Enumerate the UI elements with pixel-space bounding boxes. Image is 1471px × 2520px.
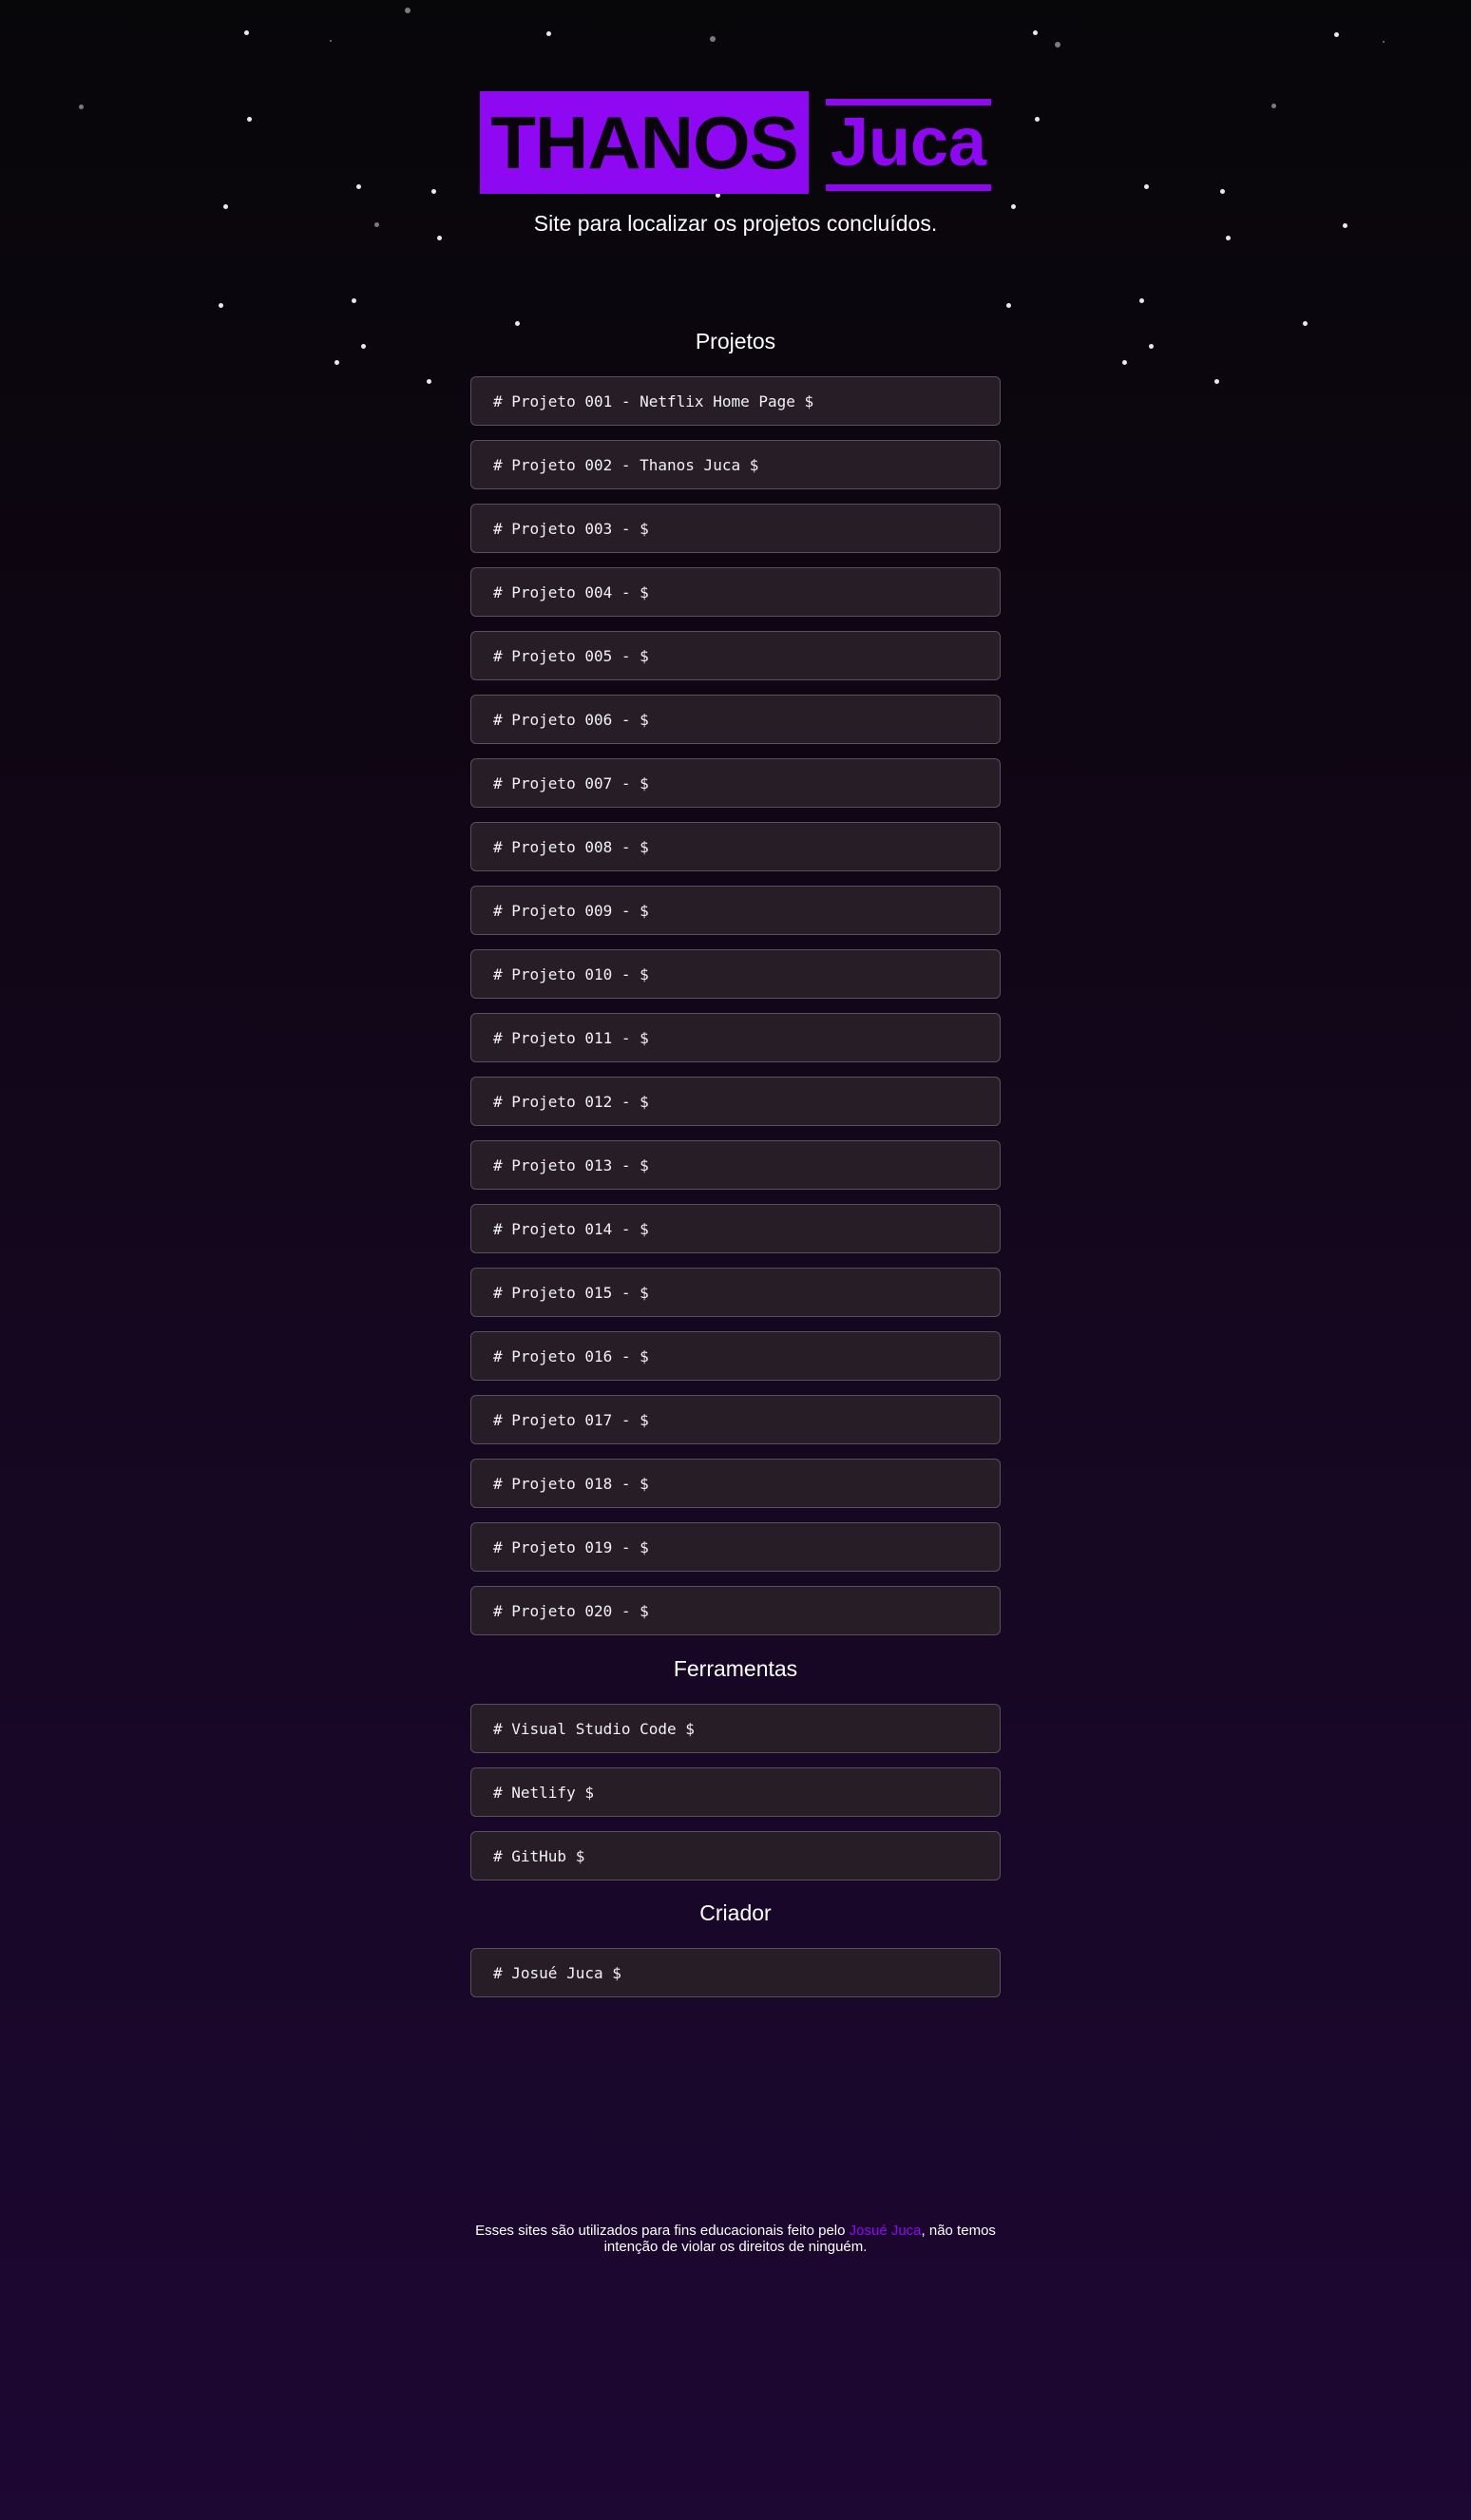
project-item[interactable]: # Projeto 005 - $ xyxy=(470,631,1001,680)
logo-primary-text: THANOS xyxy=(490,101,798,184)
page-subtitle: Site para localizar os projetos concluíd… xyxy=(533,211,938,236)
project-item[interactable]: # Projeto 003 - $ xyxy=(470,504,1001,553)
star-dot xyxy=(1219,188,1225,194)
projects-list: # Projeto 001 - Netflix Home Page $ # Pro… xyxy=(470,376,1001,1650)
project-item[interactable]: # Projeto 009 - $ xyxy=(470,886,1001,935)
tools-section-title: Ferramentas xyxy=(673,1656,798,1681)
project-item[interactable]: # Projeto 020 - $ xyxy=(470,1586,1001,1635)
project-item[interactable]: # Projeto 018 - $ xyxy=(470,1459,1001,1508)
project-item[interactable]: # Projeto 014 - $ xyxy=(470,1204,1001,1253)
footer-text-end: , não temos xyxy=(921,2223,996,2239)
project-item[interactable]: # Projeto 010 - $ xyxy=(470,949,1001,999)
footer-disclaimer: Esses sites são utilizados para fins edu… xyxy=(0,2223,1471,2255)
star-dot xyxy=(1032,29,1038,35)
star-dot xyxy=(426,378,431,384)
project-item[interactable]: # Projeto 004 - $ xyxy=(470,567,1001,617)
footer-text-start: Esses sites são utilizados para fins edu… xyxy=(475,2223,850,2239)
star-dot xyxy=(710,36,716,42)
star-dot xyxy=(218,302,223,308)
tools-list: # Visual Studio Code $ # Netlify $ # GitHu… xyxy=(470,1704,1001,1895)
creator-section-title: Criador xyxy=(699,1900,772,1925)
star-dot xyxy=(545,30,551,36)
footer-text-line2: intenção de violar os direitos de ningué… xyxy=(603,2239,868,2255)
project-item[interactable]: # Projeto 012 - $ xyxy=(470,1077,1001,1126)
star-dot xyxy=(334,359,339,365)
star-dot xyxy=(355,183,361,189)
star-dot xyxy=(1138,297,1144,303)
star-dot xyxy=(1010,203,1016,209)
project-item[interactable]: # Projeto 011 - $ xyxy=(470,1013,1001,1062)
star-dot xyxy=(1270,103,1276,108)
star-dot xyxy=(330,40,332,42)
logo-secondary-text: Juca xyxy=(830,105,987,181)
tool-item[interactable]: # Netlify $ xyxy=(470,1767,1001,1817)
star-dot xyxy=(430,188,436,194)
star-dot xyxy=(1005,302,1011,308)
tool-item[interactable]: # Visual Studio Code $ xyxy=(470,1704,1001,1753)
star-dot xyxy=(1383,41,1385,43)
project-item[interactable]: # Projeto 017 - $ xyxy=(470,1395,1001,1444)
star-dot xyxy=(1213,378,1219,384)
star-dot xyxy=(1333,31,1339,37)
tool-item[interactable]: # GitHub $ xyxy=(470,1831,1001,1880)
star-dot xyxy=(1302,320,1308,326)
project-item[interactable]: # Projeto 002 - Thanos Juca $ xyxy=(470,440,1001,489)
project-item[interactable]: # Projeto 006 - $ xyxy=(470,695,1001,744)
project-item[interactable]: # Projeto 013 - $ xyxy=(470,1140,1001,1190)
project-item[interactable]: # Projeto 001 - Netflix Home Page $ xyxy=(470,376,1001,426)
project-item[interactable]: # Projeto 008 - $ xyxy=(470,822,1001,871)
projects-section-title: Projetos xyxy=(695,329,776,353)
star-dot xyxy=(1034,116,1040,122)
creator-item[interactable]: # Josué Juca $ xyxy=(470,1948,1001,1997)
star-dot xyxy=(1121,359,1127,365)
star-dot xyxy=(351,297,356,303)
project-item[interactable]: # Projeto 015 - $ xyxy=(470,1268,1001,1317)
creator-list: # Josué Juca $ xyxy=(470,1948,1001,2012)
star-dot xyxy=(78,104,84,109)
site-logo: THANOS Juca xyxy=(480,91,991,194)
star-dot xyxy=(222,203,228,209)
project-item[interactable]: # Projeto 016 - $ xyxy=(470,1331,1001,1381)
footer-author-link[interactable]: Josué Juca xyxy=(850,2223,922,2239)
project-item[interactable]: # Projeto 019 - $ xyxy=(470,1522,1001,1572)
project-item[interactable]: # Projeto 007 - $ xyxy=(470,758,1001,808)
star-dot xyxy=(514,320,520,326)
star-dot xyxy=(1143,183,1149,189)
star-dot xyxy=(243,29,249,35)
logo-bottom-rule xyxy=(826,184,991,191)
star-dot xyxy=(1055,42,1060,48)
logo-secondary: Juca xyxy=(826,91,991,194)
logo-primary-box: THANOS xyxy=(480,91,809,194)
star-dot xyxy=(246,116,252,122)
star-dot xyxy=(405,8,411,13)
